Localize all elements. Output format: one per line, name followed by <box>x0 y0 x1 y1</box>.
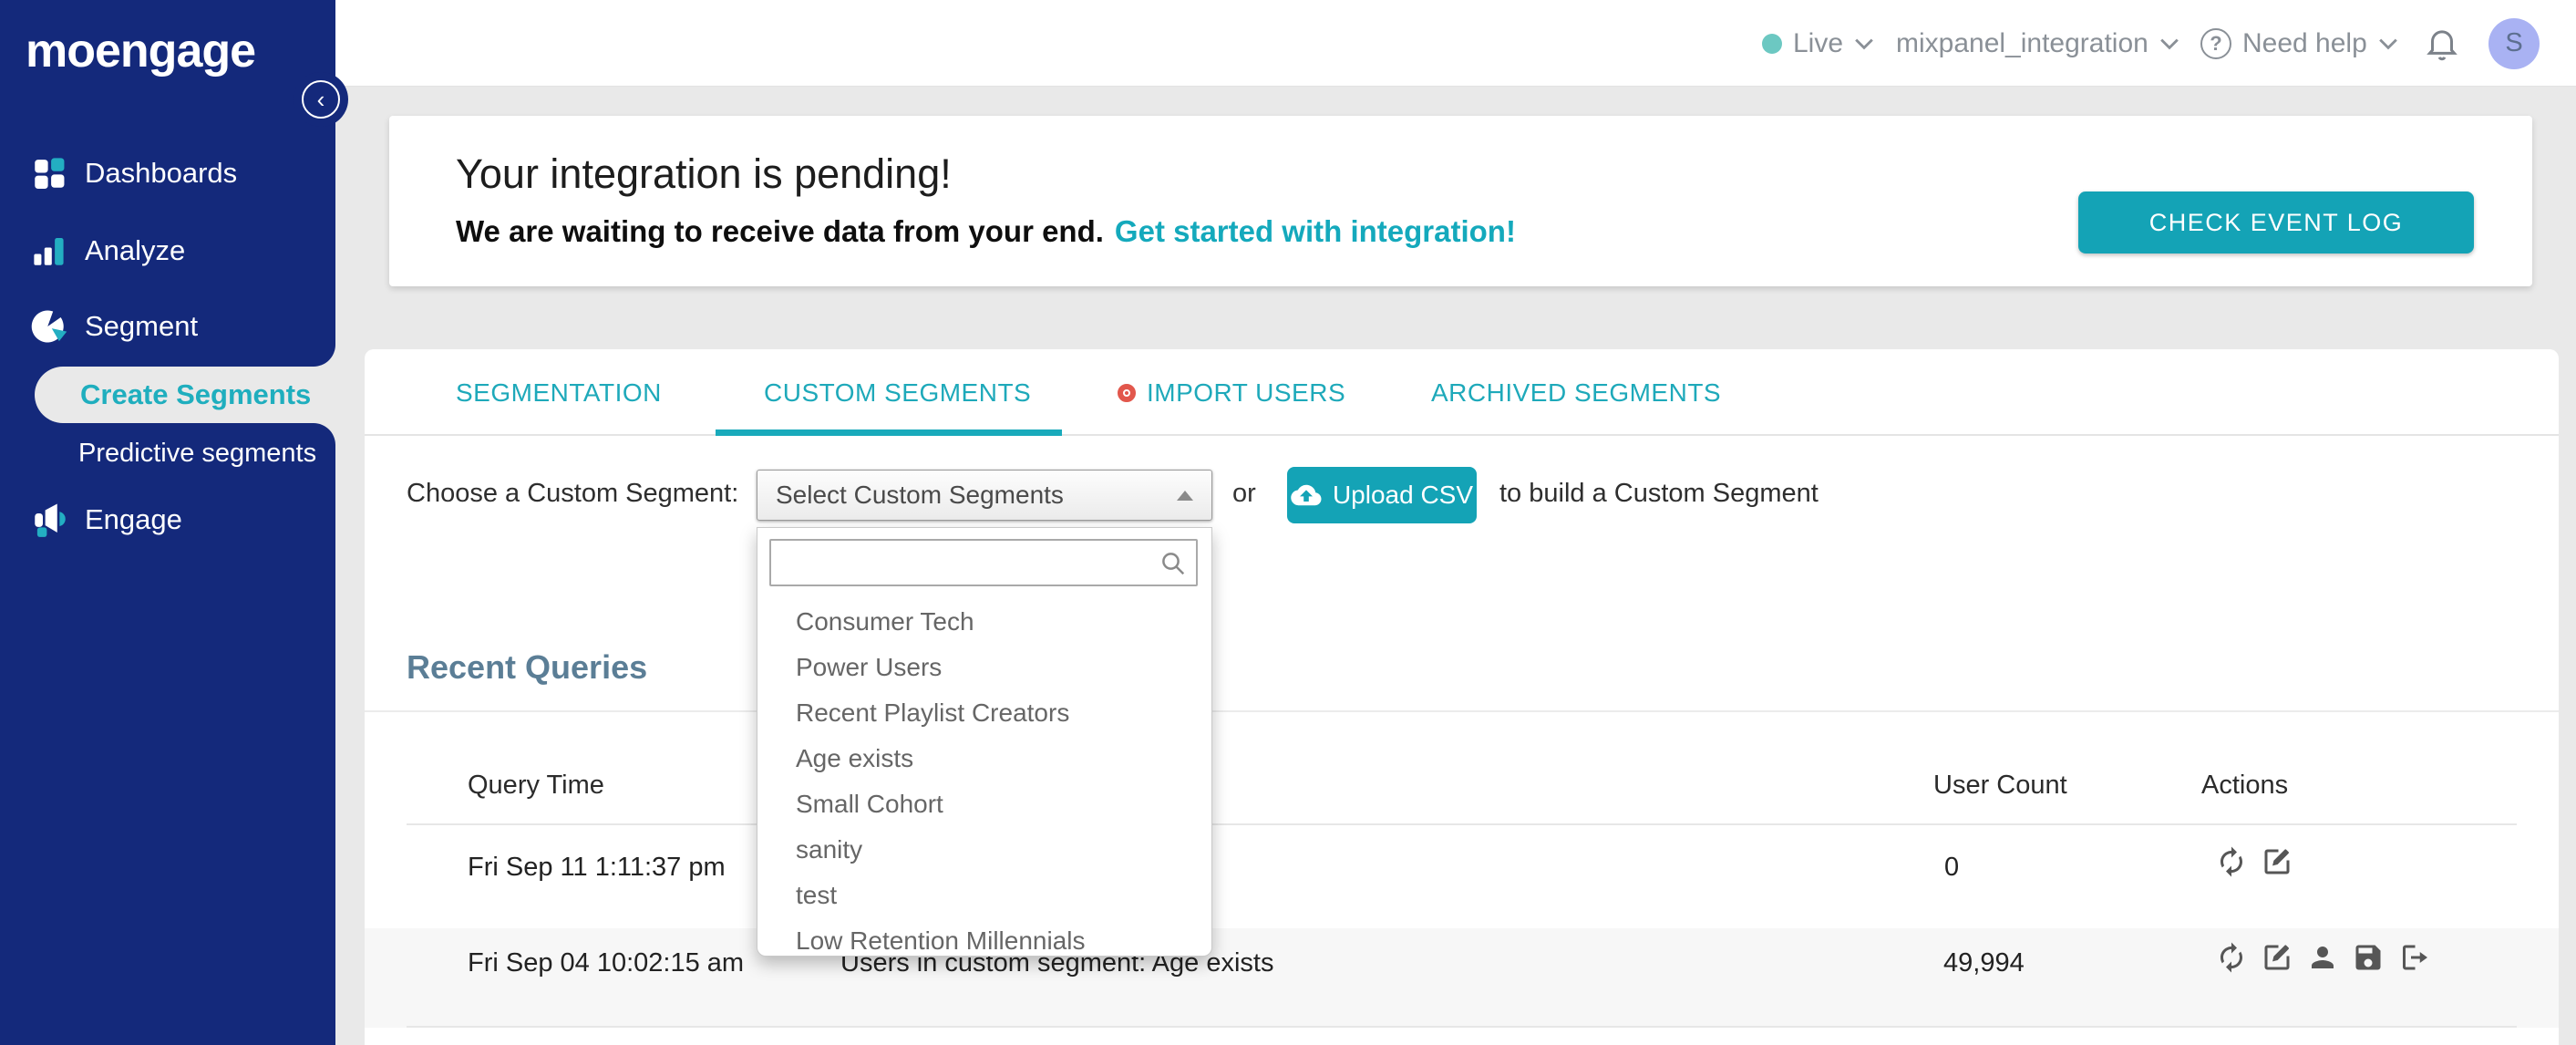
chevron-down-icon <box>1855 38 1873 49</box>
user-menu[interactable]: S <box>2488 0 2540 87</box>
live-status-dot <box>1762 33 1782 54</box>
top-bar: Live mixpanel_integration ? Need help S <box>335 0 2576 87</box>
dropdown-option[interactable]: sanity <box>757 827 1211 873</box>
refresh-icon[interactable] <box>2215 845 2248 878</box>
tab-custom-segments[interactable]: CUSTOM SEGMENTS <box>764 349 1031 436</box>
workspace-name: mixpanel_integration <box>1896 27 2148 58</box>
divider <box>407 1026 2517 1028</box>
dropdown-option[interactable]: Low Retention Millennials <box>757 918 1211 964</box>
tab-bar: SEGMENTATION CUSTOM SEGMENTS IMPORT USER… <box>365 349 2559 436</box>
integration-pending-banner: Your integration is pending! We are wait… <box>389 116 2532 286</box>
dropdown-option[interactable]: Recent Playlist Creators <box>757 690 1211 736</box>
custom-segment-dropdown-panel: Consumer Tech Power Users Recent Playlis… <box>757 527 1212 957</box>
banner-title: Your integration is pending! <box>456 150 952 197</box>
sidebar-item-label: Predictive segments <box>78 438 317 468</box>
dropdown-search-box <box>769 539 1198 586</box>
sidebar-item-label: Engage <box>85 503 182 535</box>
sidebar-item-segment[interactable]: Segment <box>0 295 335 358</box>
banner-subtitle-text: We are waiting to receive data from your… <box>456 214 1104 248</box>
caret-up-icon <box>1177 490 1193 501</box>
get-started-link[interactable]: Get started with integration! <box>1115 214 1516 248</box>
upload-csv-label: Upload CSV <box>1332 481 1474 509</box>
table-row-query-time: Fri Sep 11 1:11:37 pm <box>468 853 726 882</box>
or-text: or <box>1232 479 1256 508</box>
tab-label: IMPORT USERS <box>1147 378 1346 407</box>
sign-out-icon[interactable] <box>2397 941 2430 974</box>
build-segment-text: to build a Custom Segment <box>1499 479 1819 508</box>
column-header-query-time: Query Time <box>468 771 604 800</box>
recent-queries-title: Recent Queries <box>407 648 648 686</box>
active-tab-underline <box>716 429 1062 436</box>
user-icon[interactable] <box>2306 941 2339 974</box>
choose-segment-label: Choose a Custom Segment: <box>407 479 739 508</box>
dropdown-option[interactable]: Small Cohort <box>757 781 1211 827</box>
megaphone-icon <box>35 503 66 537</box>
edit-icon[interactable] <box>2261 845 2293 878</box>
tab-label: CUSTOM SEGMENTS <box>764 378 1032 407</box>
tab-archived-segments[interactable]: ARCHIVED SEGMENTS <box>1431 349 1721 436</box>
cloud-upload-icon <box>1291 484 1322 506</box>
avatar: S <box>2488 17 2540 69</box>
notifications-button[interactable] <box>2423 0 2461 87</box>
check-event-log-button[interactable]: CHECK EVENT LOG <box>2078 191 2474 253</box>
bell-icon <box>2427 29 2458 60</box>
table-row-actions <box>2215 845 2293 878</box>
tab-label: SEGMENTATION <box>456 378 662 407</box>
chevron-down-icon <box>2378 38 2397 49</box>
chevron-down-icon <box>2160 38 2179 49</box>
environment-switcher[interactable]: Live <box>1762 0 1874 87</box>
dropdown-search-input[interactable] <box>778 541 1152 585</box>
refresh-icon[interactable] <box>2215 941 2248 974</box>
tab-segmentation[interactable]: SEGMENTATION <box>456 349 662 436</box>
sidebar-item-analyze[interactable]: Analyze <box>0 219 335 283</box>
import-users-badge-icon <box>1118 383 1136 402</box>
dashboards-grid-icon <box>35 158 65 189</box>
dropdown-option[interactable]: test <box>757 873 1211 918</box>
column-header-actions: Actions <box>2201 771 2289 800</box>
table-row-query-time: Fri Sep 04 10:02:15 am <box>468 948 745 978</box>
table-row-user-count: 0 <box>1944 853 1960 882</box>
tab-label: ARCHIVED SEGMENTS <box>1431 378 1722 407</box>
sidebar-item-predictive-segments[interactable]: Predictive segments <box>78 432 316 474</box>
edit-icon[interactable] <box>2261 941 2293 974</box>
dropdown-option[interactable]: Power Users <box>757 645 1211 690</box>
table-row-user-count: 49,994 <box>1943 948 2025 978</box>
dropdown-option[interactable]: Age exists <box>757 736 1211 781</box>
table-row-actions <box>2215 941 2430 974</box>
sidebar: moengage Dashboards Analyze Segment Crea… <box>0 0 348 1045</box>
banner-subtitle: We are waiting to receive data from your… <box>456 214 1516 249</box>
divider <box>407 823 2517 825</box>
workspace-switcher[interactable]: mixpanel_integration <box>1896 0 2179 87</box>
sidebar-carve-bottom <box>314 423 335 445</box>
column-header-user-count: User Count <box>1933 771 2067 800</box>
dropdown-option[interactable]: Consumer Tech <box>757 599 1211 645</box>
segments-panel: SEGMENTATION CUSTOM SEGMENTS IMPORT USER… <box>365 349 2559 1045</box>
need-help-label: Need help <box>2242 27 2367 58</box>
search-icon <box>1162 553 1185 575</box>
question-mark-icon: ? <box>2200 27 2231 59</box>
sidebar-item-dashboards[interactable]: Dashboards <box>0 141 335 205</box>
sidebar-item-engage[interactable]: Engage <box>0 488 335 552</box>
tab-import-users[interactable]: IMPORT USERS <box>1118 349 1345 436</box>
select-value: Select Custom Segments <box>776 481 1064 509</box>
divider <box>365 710 2559 712</box>
sidebar-item-label: Create Segments <box>80 378 312 410</box>
pie-chart-icon <box>31 310 67 343</box>
save-icon[interactable] <box>2352 941 2385 974</box>
moengage-logo: moengage <box>26 25 256 78</box>
sidebar-item-create-segments[interactable]: Create Segments <box>35 367 335 423</box>
sidebar-item-label: Analyze <box>85 234 186 266</box>
upload-csv-button[interactable]: Upload CSV <box>1287 467 1477 523</box>
custom-segment-select[interactable]: Select Custom Segments <box>757 470 1212 521</box>
sidebar-collapse-button[interactable]: ‹ <box>302 80 340 119</box>
sidebar-item-label: Dashboards <box>85 157 238 189</box>
need-help-menu[interactable]: ? Need help <box>2200 0 2398 87</box>
bar-chart-icon <box>34 238 64 265</box>
sidebar-item-label: Segment <box>85 310 199 342</box>
sidebar-carve-top <box>314 345 335 367</box>
environment-label: Live <box>1793 27 1844 58</box>
dropdown-option-list: Consumer Tech Power Users Recent Playlis… <box>757 599 1211 964</box>
